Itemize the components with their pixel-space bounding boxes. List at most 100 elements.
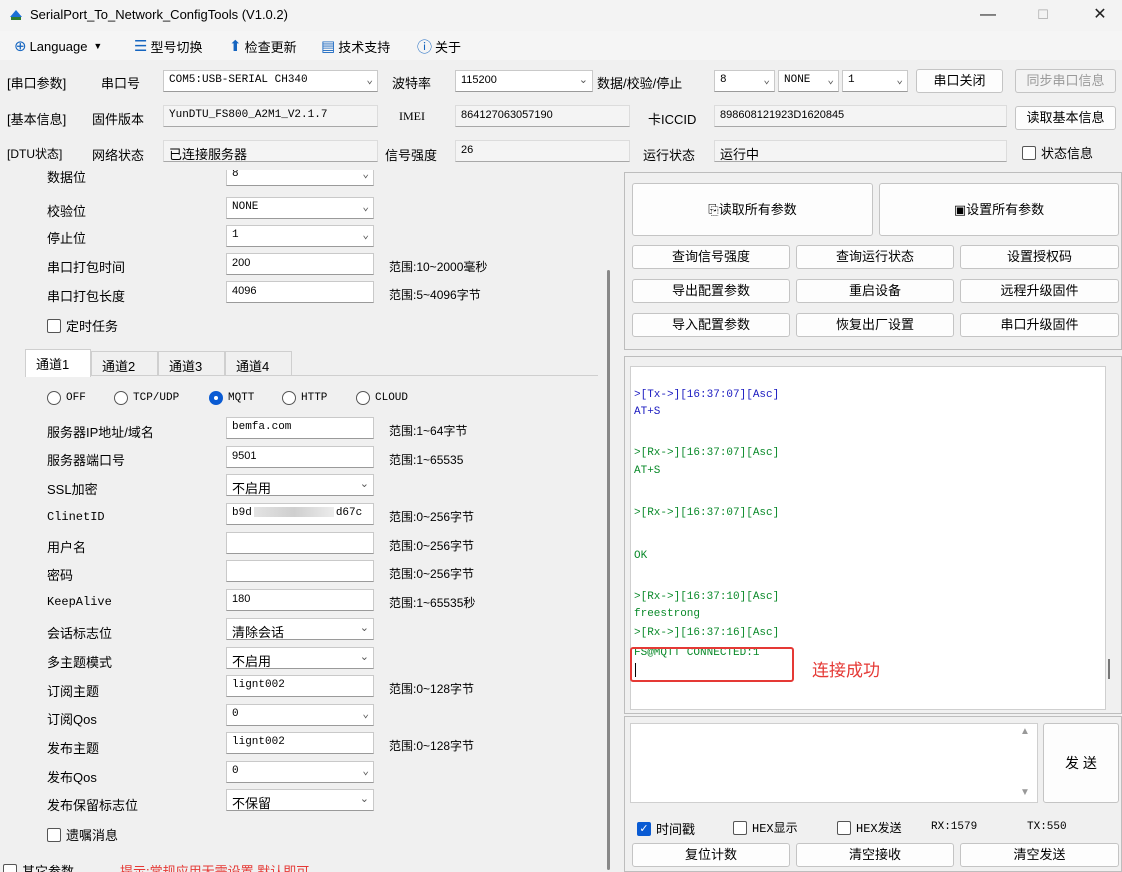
protocol-off-radio[interactable]: OFF [47,391,86,405]
language-menu[interactable]: ⊕ Language ▼ [14,36,102,56]
send-input[interactable] [630,723,1038,803]
port-select[interactable]: COM5:USB-SERIAL CH340 ⌄ [163,70,378,92]
subscribe-topic-range: 范围:0~128字节 [389,682,475,696]
baud-label: 波特率 [392,76,432,91]
send-button[interactable]: 发 送 [1043,723,1119,803]
subscribe-qos-select[interactable]: 0 ⌄ [226,704,374,726]
upload-icon: ⬆ [229,38,242,55]
pack-length-label: 串口打包长度 [47,289,126,304]
log-line: >[Rx->][16:37:07][Asc] [634,447,780,459]
parity-combo[interactable]: NONE ⌄ [226,197,374,219]
will-message-checkbox[interactable]: 遗嘱消息 [47,825,118,844]
publish-topic-range: 范围:0~128字节 [389,739,475,753]
publish-qos-label: 发布Qos [47,770,97,785]
serial-upgrade-button[interactable]: 串口升级固件 [960,313,1119,337]
set-auth-code-button[interactable]: 设置授权码 [960,245,1119,269]
ssl-select[interactable]: 不启用 ⌄ [226,474,374,496]
config-scrollbar[interactable] [601,170,619,872]
port-label: 串口号 [101,76,141,91]
stop-bits-select[interactable]: 1 ⌄ [842,70,908,92]
tech-support-button[interactable]: ▤ 技术支持 [321,36,390,56]
username-label: 用户名 [47,540,87,555]
chevron-down-icon: ⌄ [578,74,588,86]
connected-annotation: 连接成功 [812,661,880,680]
log-line: OK [634,550,648,562]
status-info-checkbox[interactable]: 状态信息 [1022,143,1093,162]
import-config-button[interactable]: 导入配置参数 [632,313,790,337]
server-input[interactable]: bemfa.com [226,417,374,439]
log-line: >[Tx->][16:37:07][Asc] [634,389,780,401]
clientid-input[interactable]: b9d d67c [226,503,374,525]
factory-reset-button[interactable]: 恢复出厂设置 [796,313,954,337]
tx-count: TX:550 [1027,821,1067,833]
app-icon [8,7,24,23]
clear-receive-button[interactable]: 清空接收 [796,843,954,867]
baud-select[interactable]: 115200 ⌄ [455,70,593,92]
stop-bits-label: 停止位 [47,231,87,246]
data-bits-select[interactable]: 8 ⌄ [714,70,775,92]
read-all-button[interactable]: ⎘读取所有参数 [632,183,873,236]
serial-close-button[interactable]: 串口关闭 [916,69,1003,93]
stop-bits-combo[interactable]: 1 ⌄ [226,225,374,247]
pack-length-input[interactable]: 4096 [226,281,374,303]
publish-topic-input[interactable]: lignt002 [226,732,374,754]
minimize-button[interactable]: — [968,3,1008,27]
scroll-up-icon[interactable]: ▲ [1020,726,1030,737]
firmware-field: YunDTU_FS800_A2M1_V2.1.7 [163,105,378,127]
redacted-blur [253,507,334,518]
multi-topic-select[interactable]: 不启用 ⌄ [226,647,374,669]
timestamp-checkbox[interactable]: ✓ 时间戳 [637,819,695,838]
reboot-button[interactable]: 重启设备 [796,279,954,303]
tab-channel-4[interactable]: 通道4 [225,351,292,376]
multi-topic-label: 多主题模式 [47,655,113,670]
parity-select[interactable]: NONE ⌄ [778,70,839,92]
other-params-checkbox[interactable]: 其它参数 [3,861,74,872]
signal-field: 26 [455,140,630,162]
hex-send-checkbox[interactable]: HEX发送 [837,819,902,836]
timed-task-checkbox[interactable]: 定时任务 [47,316,118,335]
protocol-http-radio[interactable]: HTTP [282,391,327,405]
remote-upgrade-button[interactable]: 远程升级固件 [960,279,1119,303]
export-config-button[interactable]: 导出配置参数 [632,279,790,303]
close-button[interactable]: ✕ [1080,3,1120,27]
query-run-state-button[interactable]: 查询运行状态 [796,245,954,269]
iccid-label: 卡ICCID [648,112,697,127]
username-range: 范围:0~256字节 [389,539,475,553]
read-basic-info-button[interactable]: 读取基本信息 [1015,106,1116,130]
model-switch-button[interactable]: ☰ 型号切换 [134,36,202,56]
log-line: >[Rx->][16:37:16][Asc] [634,627,780,639]
iccid-field: 898608121923D1620845 [714,105,1007,127]
clear-send-button[interactable]: 清空发送 [960,843,1119,867]
clientid-label: ClinetID [47,510,105,524]
title-bar: SerialPort_To_Network_ConfigTools (V1.0.… [0,0,1122,31]
query-signal-button[interactable]: 查询信号强度 [632,245,790,269]
keepalive-input[interactable]: 180 [226,589,374,611]
data-bits-combo[interactable]: 8 ⌄ [226,170,374,186]
session-select[interactable]: 清除会话 ⌄ [226,618,374,640]
config-scrollbar-thumb[interactable] [607,270,610,870]
scroll-down-icon[interactable]: ▼ [1020,787,1030,798]
tab-channel-2[interactable]: 通道2 [91,351,158,376]
subscribe-topic-input[interactable]: lignt002 [226,675,374,697]
tab-channel-1[interactable]: 通道1 [25,349,91,377]
protocol-mqtt-radio[interactable]: MQTT [209,391,254,405]
protocol-tcpudp-radio[interactable]: TCP/UDP [114,391,179,405]
pack-time-input[interactable]: 200 [226,253,374,275]
tab-channel-3[interactable]: 通道3 [158,351,225,376]
server-port-input[interactable]: 9501 [226,446,374,468]
keepalive-label: KeepAlive [47,595,112,609]
reset-count-button[interactable]: 复位计数 [632,843,790,867]
username-input[interactable] [226,532,374,554]
publish-qos-select[interactable]: 0 ⌄ [226,761,374,783]
password-input[interactable] [226,560,374,582]
about-button[interactable]: ⓘ 关于 [417,36,461,56]
maximize-button[interactable]: ☐ [1023,3,1063,27]
protocol-cloud-radio[interactable]: CLOUD [356,391,408,405]
hex-display-checkbox[interactable]: HEX显示 [733,819,798,836]
retain-select[interactable]: 不保留 ⌄ [226,789,374,811]
password-label: 密码 [47,568,74,583]
set-all-button[interactable]: ▣设置所有参数 [879,183,1119,236]
sync-serial-button[interactable]: 同步串口信息 [1015,69,1116,93]
check-update-button[interactable]: ⬆ 检查更新 [229,36,297,56]
log-scrollbar-thumb[interactable] [1108,659,1110,679]
